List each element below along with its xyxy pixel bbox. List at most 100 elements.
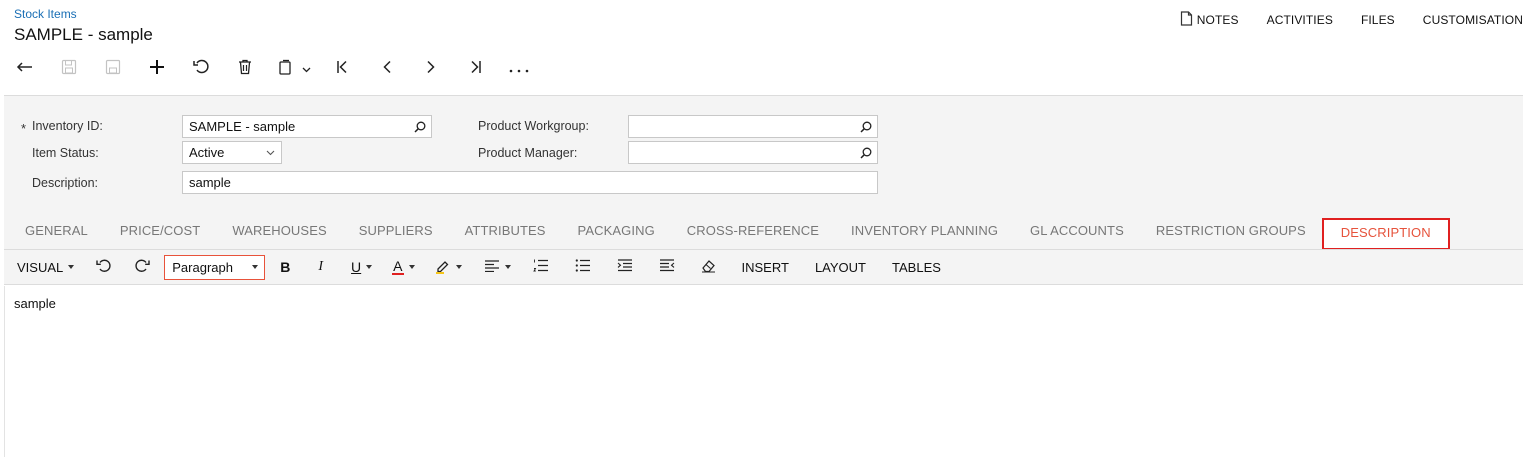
paragraph-format-value: Paragraph [172, 259, 233, 275]
activities-link[interactable]: ACTIVITIES [1267, 11, 1333, 29]
indent-icon [617, 259, 633, 275]
last-record-icon [468, 60, 482, 77]
breadcrumb-stock-items[interactable]: Stock Items [14, 7, 77, 21]
undo-button[interactable] [186, 55, 216, 81]
description-value: sample [189, 175, 231, 190]
first-record-button[interactable] [328, 55, 358, 81]
page-title: SAMPLE - sample [14, 25, 153, 44]
more-button[interactable] [504, 55, 534, 81]
redo-icon [134, 259, 150, 276]
editor-redo-button[interactable] [134, 255, 150, 279]
tab-inventory-planning[interactable]: INVENTORY PLANNING [835, 215, 1014, 249]
description-editor[interactable] [4, 286, 1523, 457]
tab-price-cost[interactable]: PRICE/COST [104, 215, 216, 249]
visual-mode-label: VISUAL [17, 259, 64, 275]
underline-icon: U [351, 259, 362, 275]
chevron-down-icon [302, 61, 311, 76]
search-icon[interactable] [409, 116, 431, 137]
search-icon[interactable] [855, 142, 877, 163]
files-link[interactable]: FILES [1361, 11, 1395, 29]
align-button[interactable] [484, 255, 511, 279]
back-icon [16, 60, 34, 77]
back-button[interactable] [10, 55, 40, 81]
outdent-icon [659, 259, 675, 275]
font-color-icon: A [392, 257, 404, 275]
bulleted-list-button[interactable] [575, 255, 591, 279]
description-label: Description: [32, 176, 98, 190]
tab-bar: GENERAL PRICE/COST WAREHOUSES SUPPLIERS … [4, 215, 1450, 250]
notes-link[interactable]: NOTES [1180, 11, 1239, 29]
tables-menu[interactable]: TABLES [892, 255, 941, 279]
underline-button[interactable]: U [351, 255, 373, 279]
editor-undo-button[interactable] [96, 255, 112, 279]
inventory-id-field[interactable]: SAMPLE - sample [182, 115, 432, 138]
copy-paste-button[interactable] [274, 55, 314, 81]
insert-menu[interactable]: INSERT [742, 255, 789, 279]
numbered-list-button[interactable] [532, 255, 549, 279]
product-manager-field[interactable] [628, 141, 878, 164]
customisation-link[interactable]: CUSTOMISATION [1423, 11, 1523, 29]
product-workgroup-label: Product Workgroup: [478, 119, 589, 133]
tab-gl-accounts[interactable]: GL ACCOUNTS [1014, 215, 1140, 249]
font-color-button[interactable]: A [392, 255, 415, 279]
bold-button[interactable]: B [280, 255, 290, 279]
caret-down-icon [68, 265, 75, 269]
save-button[interactable] [98, 55, 128, 81]
inventory-id-value: SAMPLE - sample [189, 119, 296, 134]
tab-restriction-groups[interactable]: RESTRICTION GROUPS [1140, 215, 1322, 249]
caret-down-icon [455, 265, 462, 269]
numbered-list-icon [532, 259, 549, 275]
top-links: NOTES ACTIVITIES FILES CUSTOMISATION [1152, 11, 1523, 29]
visual-mode-dropdown[interactable]: VISUAL [17, 255, 75, 279]
caret-down-icon [252, 265, 259, 269]
description-field[interactable]: sample [182, 171, 878, 194]
save-icon [105, 59, 121, 78]
highlighter-icon [435, 258, 451, 277]
inventory-id-label: Inventory ID: [32, 119, 103, 133]
save-and-close-icon [61, 59, 77, 78]
undo-icon [192, 59, 210, 77]
add-button[interactable] [142, 55, 172, 81]
tab-warehouses[interactable]: WAREHOUSES [216, 215, 342, 249]
tab-attributes[interactable]: ATTRIBUTES [449, 215, 562, 249]
item-status-label: Item Status: [32, 146, 99, 160]
italic-button[interactable]: I [318, 255, 323, 279]
previous-button[interactable] [372, 55, 402, 81]
indent-button[interactable] [617, 255, 633, 279]
first-record-icon [336, 60, 350, 77]
previous-icon [382, 60, 392, 77]
tab-description[interactable]: DESCRIPTION [1321, 218, 1450, 250]
highlight-color-button[interactable] [435, 255, 462, 279]
copy-paste-icon [278, 59, 294, 78]
paragraph-format-select[interactable]: Paragraph [164, 254, 266, 280]
tab-cross-reference[interactable]: CROSS-REFERENCE [671, 215, 835, 249]
tab-packaging[interactable]: PACKAGING [562, 215, 671, 249]
editor-content[interactable]: sample [14, 296, 56, 311]
delete-button[interactable] [230, 55, 260, 81]
caret-down-icon [408, 265, 415, 269]
product-manager-label: Product Manager: [478, 146, 578, 160]
outdent-button[interactable] [659, 255, 675, 279]
more-icon [509, 61, 529, 76]
bulleted-list-icon [575, 259, 591, 275]
eraser-icon [701, 258, 716, 276]
editor-toolbar: VISUAL Paragraph B I U A INSERT LAYOUT T… [4, 250, 1523, 285]
last-record-button[interactable] [460, 55, 490, 81]
chevron-down-icon [259, 142, 281, 163]
tab-general[interactable]: GENERAL [4, 215, 104, 249]
add-icon [149, 59, 165, 78]
item-status-select[interactable]: Active [182, 141, 282, 164]
italic-icon: I [318, 259, 324, 274]
clear-formatting-button[interactable] [701, 255, 716, 279]
save-and-close-button[interactable] [54, 55, 84, 81]
search-icon[interactable] [855, 116, 877, 137]
next-icon [426, 60, 436, 77]
next-button[interactable] [416, 55, 446, 81]
caret-down-icon [366, 265, 373, 269]
tab-suppliers[interactable]: SUPPLIERS [343, 215, 449, 249]
layout-menu[interactable]: LAYOUT [815, 255, 866, 279]
required-mark: * [21, 121, 27, 136]
main-toolbar [10, 55, 548, 81]
align-left-icon [484, 259, 500, 275]
product-workgroup-field[interactable] [628, 115, 878, 138]
